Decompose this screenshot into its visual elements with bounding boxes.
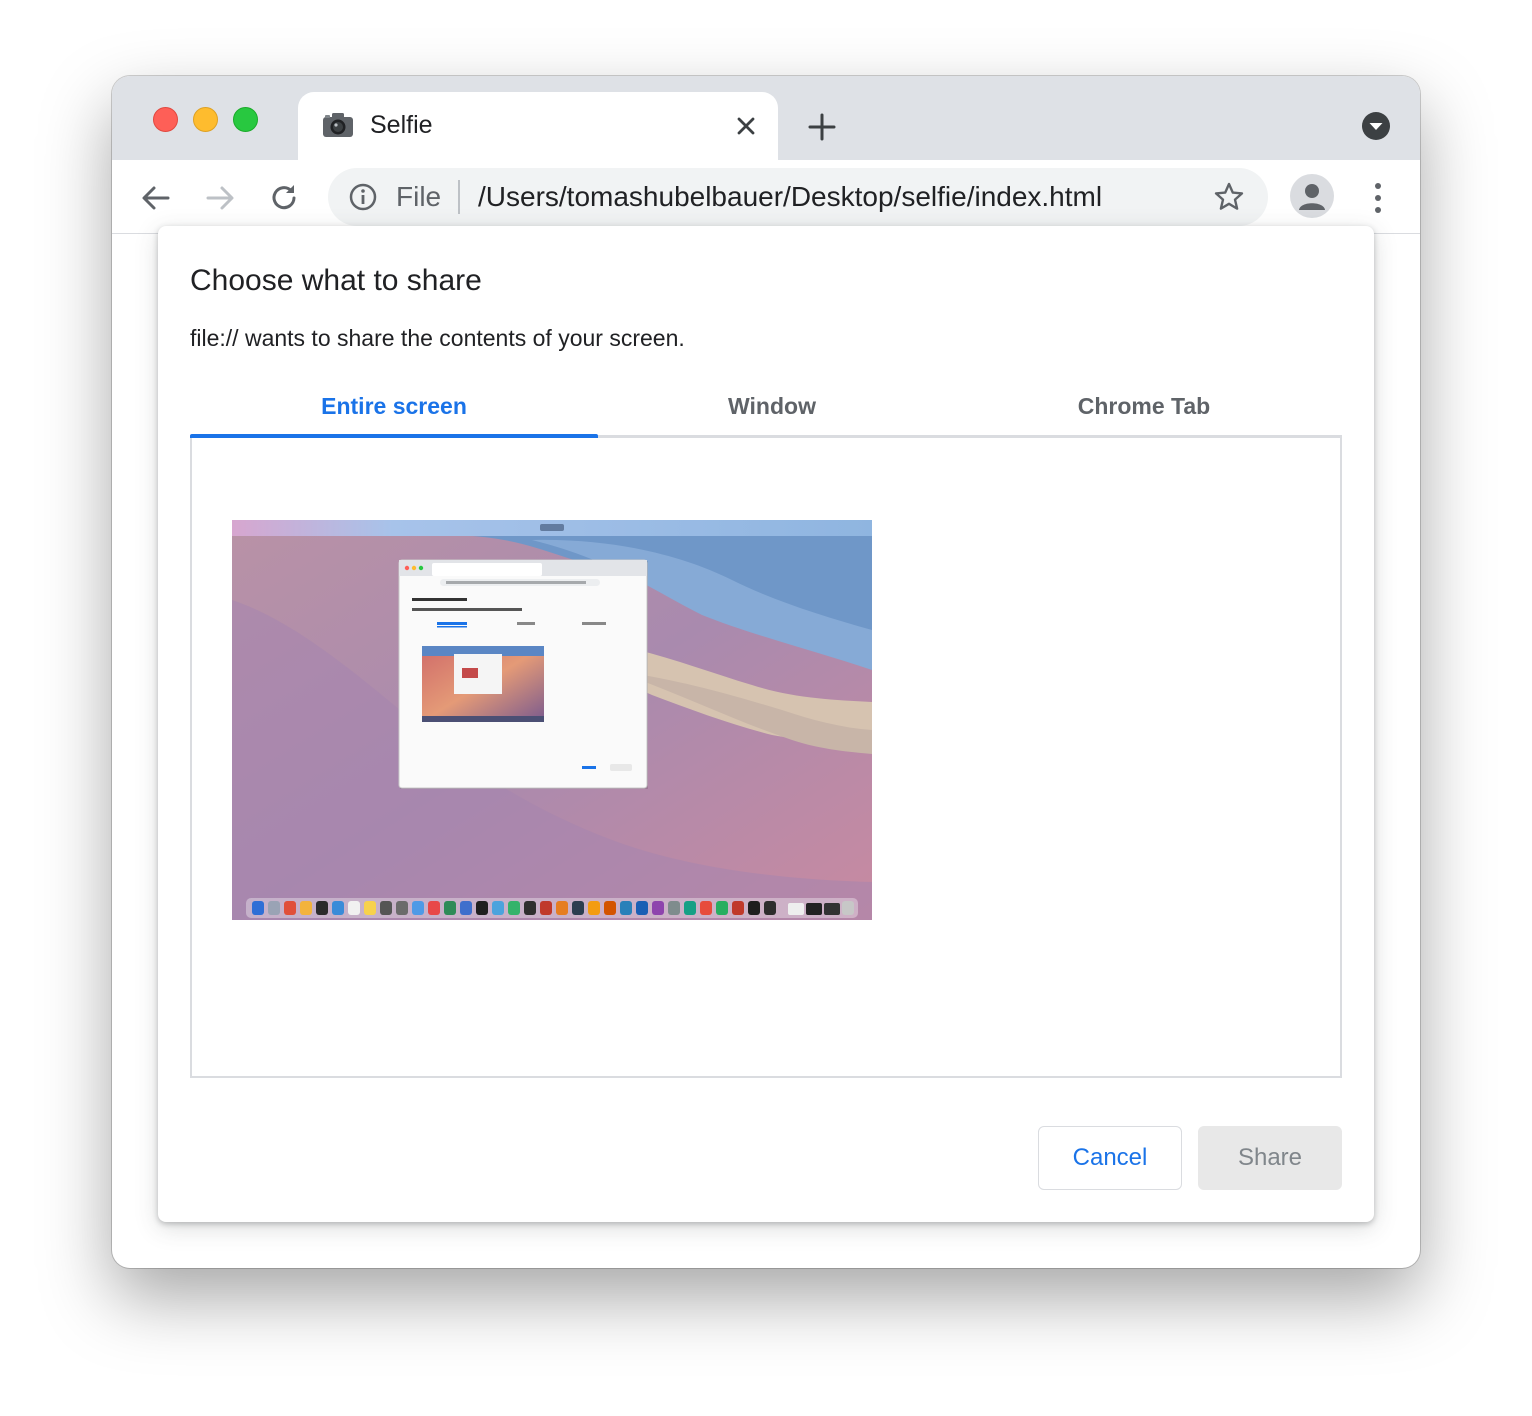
back-arrow-icon[interactable] (136, 178, 176, 218)
profile-avatar-icon[interactable] (1290, 174, 1334, 218)
url-text[interactable]: /Users/tomashubelbauer/Desktop/selfie/in… (478, 181, 1102, 213)
tab-chrome-tab[interactable]: Chrome Tab (946, 380, 1342, 438)
cancel-button[interactable]: Cancel (1038, 1126, 1182, 1190)
camera-icon (322, 112, 354, 138)
source-list (190, 438, 1342, 1078)
tab-title: Selfie (370, 111, 433, 139)
dialog-title: Choose what to share (190, 264, 482, 297)
share-source-tabs: Entire screen Window Chrome Tab (190, 380, 1342, 438)
new-tab-plus-icon[interactable] (804, 109, 840, 145)
dialog-subtitle: file:// wants to share the contents of y… (190, 325, 685, 351)
browser-toolbar: File /Users/tomashubelbauer/Desktop/self… (112, 160, 1420, 234)
bookmark-star-icon[interactable] (1212, 180, 1246, 214)
reload-icon[interactable] (264, 178, 304, 218)
url-scheme-label: File (396, 181, 442, 212)
minimize-window-button[interactable] (193, 107, 218, 132)
browser-window: Selfie File /Users/tomashubelbauer/Deskt… (112, 76, 1420, 1268)
tab-window[interactable]: Window (598, 380, 946, 438)
info-icon[interactable] (348, 182, 378, 212)
close-window-button[interactable] (153, 107, 178, 132)
share-button[interactable]: Share (1198, 1126, 1342, 1190)
tab-entire-screen[interactable]: Entire screen (190, 380, 598, 438)
forward-arrow-icon[interactable] (200, 178, 240, 218)
tab-search-chevron-icon[interactable] (1361, 111, 1391, 141)
share-picker-dialog: Choose what to share file:// wants to sh… (158, 226, 1374, 1222)
close-icon[interactable] (730, 110, 762, 142)
more-menu-icon[interactable] (1360, 178, 1396, 218)
zoom-window-button[interactable] (233, 107, 258, 132)
tab-strip: Selfie (112, 76, 1420, 160)
entire-screen-thumbnail[interactable] (232, 520, 872, 920)
browser-tab-selfie[interactable]: Selfie (298, 92, 778, 160)
address-bar[interactable]: File /Users/tomashubelbauer/Desktop/self… (328, 168, 1268, 226)
omnibox-divider (458, 180, 460, 214)
